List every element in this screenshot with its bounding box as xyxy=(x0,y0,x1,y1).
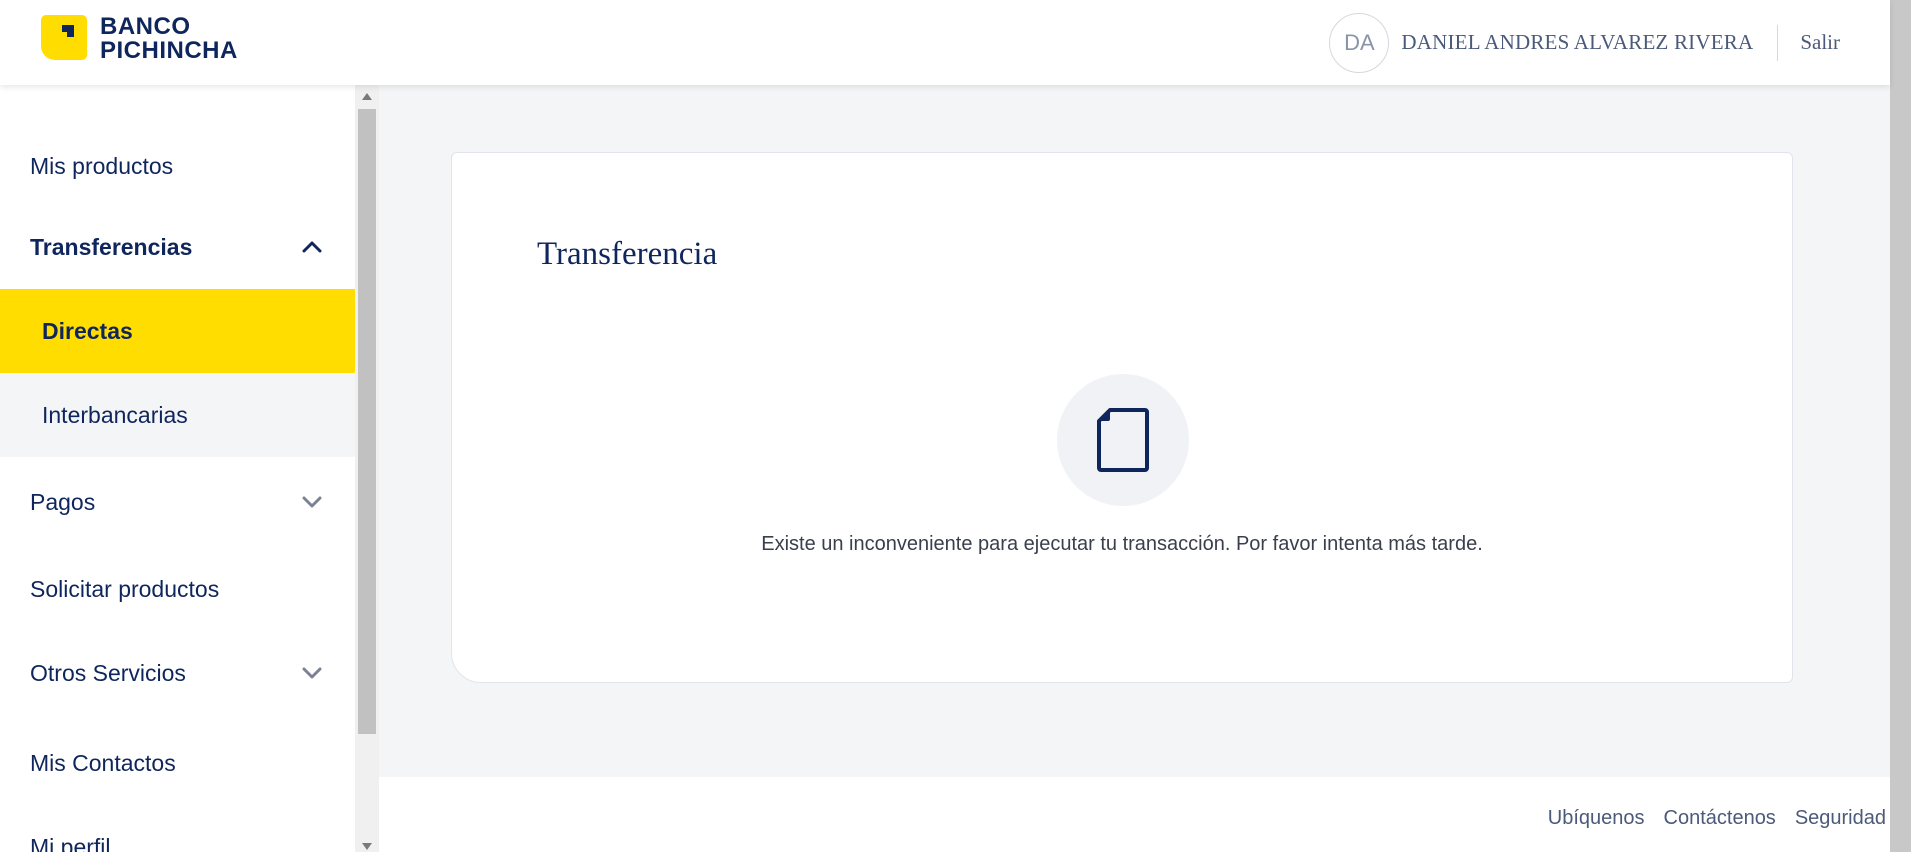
document-icon xyxy=(1057,374,1189,506)
footer-links: Ubíquenos Contáctenos Seguridad xyxy=(1548,807,1886,830)
scroll-down-arrow-icon[interactable] xyxy=(362,843,372,850)
error-message: Existe un inconveniente para ejecutar tu… xyxy=(761,533,1483,555)
avatar[interactable]: DA xyxy=(1329,12,1390,73)
sidebar-item-pagos[interactable]: Pagos xyxy=(0,457,355,547)
user-area: DA DANIEL ANDRES ALVAREZ RIVERA Salir xyxy=(1329,0,1890,85)
chevron-down-icon xyxy=(301,662,323,684)
sidebar-item-label: Mis productos xyxy=(30,152,174,179)
sidebar-subitem-directas[interactable]: Directas xyxy=(0,289,355,373)
sidebar-item-mis-contactos[interactable]: Mis Contactos xyxy=(0,721,355,805)
top-header: BANCO PICHINCHA DA DANIEL ANDRES ALVAREZ… xyxy=(0,0,1890,85)
logo-text-line1: BANCO xyxy=(100,13,191,40)
page-title: Transferencia xyxy=(537,236,718,272)
footer: Ubíquenos Contáctenos Seguridad xyxy=(379,777,1890,852)
scroll-up-arrow-icon[interactable] xyxy=(362,93,372,100)
sidebar-item-label: Solicitar productos xyxy=(30,575,220,602)
sidebar: Mis productos Transferencias Directas In… xyxy=(0,85,355,852)
logo-mark-icon xyxy=(41,15,87,60)
sidebar-item-label: Mi perfil xyxy=(30,833,111,852)
page-scrollbar[interactable] xyxy=(1890,0,1911,852)
sidebar-item-mis-productos[interactable]: Mis productos xyxy=(0,127,355,205)
logout-link[interactable]: Salir xyxy=(1800,30,1840,55)
logo-text: BANCO PICHINCHA xyxy=(100,15,238,63)
sidebar-item-label: Directas xyxy=(42,317,133,344)
footer-link-ubiquenos[interactable]: Ubíquenos xyxy=(1548,807,1645,830)
sidebar-scrollbar[interactable] xyxy=(355,85,379,852)
footer-link-contactenos[interactable]: Contáctenos xyxy=(1664,807,1776,830)
user-name: DANIEL ANDRES ALVAREZ RIVERA xyxy=(1401,30,1754,54)
sidebar-item-mi-perfil[interactable]: Mi perfil xyxy=(0,805,355,852)
footer-link-seguridad[interactable]: Seguridad xyxy=(1795,807,1886,830)
transfer-card: Transferencia Existe un inconveniente pa… xyxy=(451,152,1793,683)
sidebar-item-solicitar-productos[interactable]: Solicitar productos xyxy=(0,547,355,631)
logo-text-line2: PICHINCHA xyxy=(100,37,238,64)
sidebar-item-label: Pagos xyxy=(30,488,96,515)
sidebar-item-otros-servicios[interactable]: Otros Servicios xyxy=(0,631,355,715)
sidebar-item-label: Transferencias xyxy=(30,233,193,260)
scroll-thumb[interactable] xyxy=(358,109,376,734)
sidebar-item-transferencias[interactable]: Transferencias xyxy=(0,205,355,289)
sidebar-subitem-interbancarias[interactable]: Interbancarias xyxy=(0,373,355,457)
bank-logo[interactable]: BANCO PICHINCHA xyxy=(41,15,238,63)
sidebar-item-label: Interbancarias xyxy=(42,401,188,428)
chevron-up-icon xyxy=(301,236,323,258)
chevron-down-icon xyxy=(301,491,323,513)
sidebar-item-label: Otros Servicios xyxy=(30,659,186,686)
sidebar-item-label: Mis Contactos xyxy=(30,749,176,776)
header-divider xyxy=(1777,24,1779,61)
